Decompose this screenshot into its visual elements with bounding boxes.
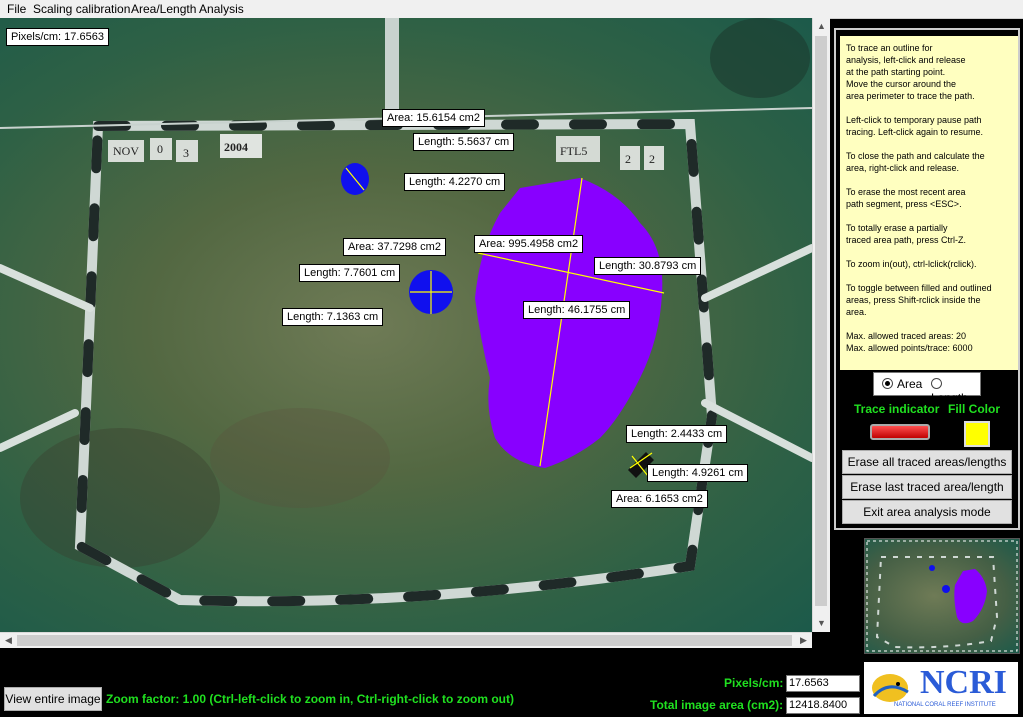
tag-text: 0: [157, 142, 163, 156]
logo-subtitle: NATIONAL CORAL REEF INSTITUTE: [894, 702, 996, 708]
tag-text: NOV: [113, 144, 139, 158]
menu-area-length-analysis[interactable]: Area/Length Analysis: [131, 2, 244, 16]
menu-bar: File Scaling calibration Area/Length Ana…: [0, 0, 1023, 19]
image-viewport[interactable]: NOV 0 3 2004 FTL5 2 2 Pixels/cm: 17.6563 Area:…: [0, 18, 812, 632]
measurement-label: Area: 6.1653 cm2: [611, 490, 708, 508]
erase-last-button[interactable]: Erase last traced area/length: [842, 475, 1012, 499]
view-entire-image-button[interactable]: View entire image: [4, 687, 102, 711]
instruction-text: To close the path and calculate the area…: [846, 151, 985, 173]
instruction-text: To toggle between filled and outlined ar…: [846, 283, 992, 317]
zoom-factor-text: Zoom factor: 1.00 (Ctrl-left-click to zo…: [106, 692, 515, 706]
total-area-field[interactable]: 12418.8400: [786, 697, 860, 714]
measurement-label: Length: 2.4433 cm: [626, 425, 728, 443]
fill-color-swatch[interactable]: [964, 421, 990, 447]
tag-text: 3: [183, 146, 189, 160]
instructions-box: To trace an outline for analysis, left-c…: [840, 36, 1018, 370]
pixels-per-cm-label: Pixels/cm:: [724, 676, 784, 690]
measurement-label: Length: 30.8793 cm: [594, 257, 702, 275]
measurement-label: Area: 995.4958 cm2: [474, 235, 584, 253]
instruction-text: To erase the most recent area path segme…: [846, 187, 966, 209]
measurement-label: Length: 46.1755 cm: [523, 301, 631, 319]
tag-text: FTL5: [560, 144, 587, 158]
horizontal-scrollbar[interactable]: ◀ ▶: [0, 632, 812, 648]
analysis-panel: To trace an outline for analysis, left-c…: [834, 28, 1020, 530]
menu-file[interactable]: File: [7, 2, 26, 16]
total-area-label: Total image area (cm2):: [650, 698, 784, 712]
instruction-text: Left-click to temporary pause path traci…: [846, 115, 984, 137]
radio-selected-icon: [882, 378, 893, 389]
horizontal-scroll-thumb[interactable]: [17, 635, 792, 646]
measurement-label: Area: 15.6154 cm2: [382, 109, 485, 127]
measurement-label: Length: 4.9261 cm: [647, 464, 749, 482]
measurement-label: Length: 5.5637 cm: [413, 133, 515, 151]
instruction-text: Max. allowed traced areas: 20 Max. allow…: [846, 331, 973, 353]
exit-analysis-button[interactable]: Exit area analysis mode: [842, 500, 1012, 524]
measurement-label: Length: 4.2270 cm: [404, 173, 506, 191]
ncri-logo: NCRI NATIONAL CORAL REEF INSTITUTE: [864, 662, 1018, 714]
radio-unselected-icon: [931, 378, 942, 389]
survey-tags: NOV 0 3 2004 FTL5 2 2: [108, 134, 664, 170]
pixels-per-cm-field[interactable]: 17.6563: [786, 675, 860, 692]
scroll-right-icon[interactable]: ▶: [795, 633, 812, 648]
menu-scaling-calibration[interactable]: Scaling calibration: [33, 2, 130, 16]
tag-text: 2004: [224, 140, 248, 154]
erase-all-button[interactable]: Erase all traced areas/lengths: [842, 450, 1012, 474]
scroll-up-icon[interactable]: ▲: [813, 18, 830, 35]
mode-area-radio[interactable]: Area: [882, 377, 922, 391]
logo-text: NCRI: [920, 664, 1007, 701]
mode-selector: Area Length: [873, 372, 981, 405]
measurement-label: Length: 7.7601 cm: [299, 264, 401, 282]
vertical-scrollbar[interactable]: ▲ ▼: [812, 18, 830, 632]
measurement-label: Area: 37.7298 cm2: [343, 238, 446, 256]
image-thumbnail[interactable]: [864, 538, 1020, 654]
trace-indicator-label: Trace indicator: [854, 402, 940, 416]
instruction-text: To trace an outline for analysis, left-c…: [846, 43, 975, 101]
fill-color-label: Fill Color: [948, 402, 1000, 416]
scroll-down-icon[interactable]: ▼: [813, 615, 830, 632]
pixels-per-cm-overlay: Pixels/cm: 17.6563: [6, 28, 109, 46]
mode-length-radio[interactable]: Length: [931, 377, 980, 405]
tag-text: 2: [649, 152, 655, 166]
trace-indicator: [870, 424, 930, 440]
instruction-text: To totally erase a partially traced area…: [846, 223, 967, 245]
instruction-text: To zoom in(out), ctrl-lclick(rclick).: [846, 259, 977, 269]
measurement-label: Length: 7.1363 cm: [282, 308, 384, 326]
vertical-scroll-thumb[interactable]: [815, 36, 827, 606]
scroll-left-icon[interactable]: ◀: [0, 633, 17, 648]
tag-text: 2: [625, 152, 631, 166]
